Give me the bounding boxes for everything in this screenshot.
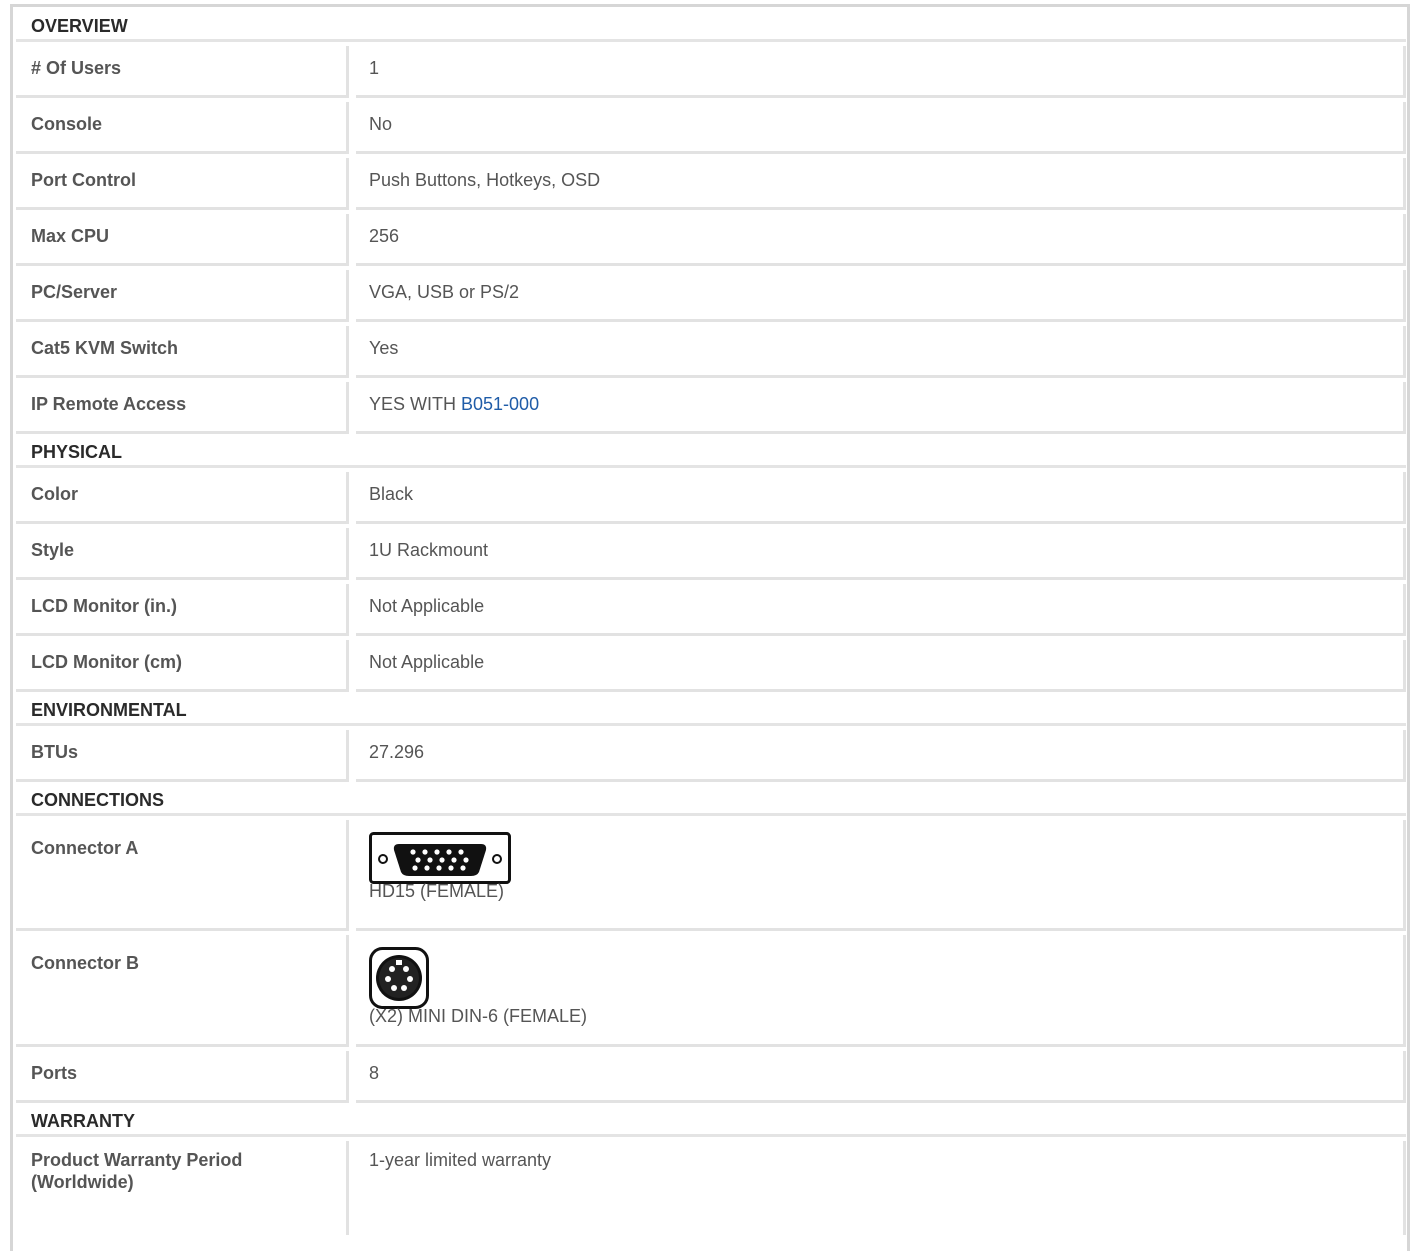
spec-label: Connector A (16, 820, 349, 931)
section-header-environmental: ENVIRONMENTAL (16, 692, 1406, 726)
hd15-connector-icon (369, 832, 511, 884)
spec-row: Console No (16, 98, 1406, 154)
spec-label: LCD Monitor (cm) (16, 640, 349, 692)
spec-label: BTUs (16, 730, 349, 782)
spec-value: 256 (356, 214, 1406, 266)
spec-value: Push Buttons, Hotkeys, OSD (356, 158, 1406, 210)
spec-label: Cat5 KVM Switch (16, 326, 349, 378)
connector-b-caption: (X2) MINI DIN-6 (FEMALE) (369, 1006, 588, 1026)
spec-value: Black (356, 472, 1406, 524)
ip-remote-prefix: YES WITH (369, 394, 462, 414)
spec-row: Style 1U Rackmount (16, 524, 1406, 580)
spec-label: PC/Server (16, 270, 349, 322)
section-header-overview: OVERVIEW (16, 8, 1406, 42)
spec-row: BTUs 27.296 (16, 726, 1406, 782)
spec-label: Max CPU (16, 214, 349, 266)
spec-value: 27.296 (356, 730, 1406, 782)
spec-label: Style (16, 528, 349, 580)
mini-din6-connector-icon (369, 947, 429, 1009)
spec-value: 1 (356, 46, 1406, 98)
spec-value: 8 (356, 1051, 1406, 1103)
spec-value: HD15 (FEMALE) (356, 820, 1406, 931)
spec-value: No (356, 102, 1406, 154)
section-header-physical: PHYSICAL (16, 434, 1406, 468)
spec-row: Color Black (16, 468, 1406, 524)
spec-label: Connector B (16, 935, 349, 1047)
spec-label: # Of Users (16, 46, 349, 98)
spec-value: VGA, USB or PS/2 (356, 270, 1406, 322)
spec-value: YES WITH B051-000 (356, 382, 1406, 434)
spec-label: Product Warranty Period (Worldwide) (16, 1141, 349, 1235)
spec-label: Console (16, 102, 349, 154)
spec-row: IP Remote Access YES WITH B051-000 (16, 378, 1406, 434)
spec-row: Product Warranty Period (Worldwide) 1-ye… (16, 1137, 1406, 1235)
section-header-warranty: WARRANTY (16, 1103, 1406, 1137)
spec-label: LCD Monitor (in.) (16, 584, 349, 636)
spec-value: 1U Rackmount (356, 528, 1406, 580)
spec-row: Port Control Push Buttons, Hotkeys, OSD (16, 154, 1406, 210)
spec-row: # Of Users 1 (16, 42, 1406, 98)
spec-value: Not Applicable (356, 584, 1406, 636)
spec-value: 1-year limited warranty (356, 1141, 1406, 1235)
spec-label: IP Remote Access (16, 382, 349, 434)
spec-row: Connector A HD15 (FEMALE) (16, 816, 1406, 931)
connector-a-caption: HD15 (FEMALE) (369, 881, 505, 901)
spec-row: Connector B (X2) MINI DIN-6 (FEMALE) (16, 931, 1406, 1047)
spec-row: PC/Server VGA, USB or PS/2 (16, 266, 1406, 322)
spec-label: Color (16, 472, 349, 524)
spec-value: Not Applicable (356, 640, 1406, 692)
spec-value: Yes (356, 326, 1406, 378)
spec-row: Ports 8 (16, 1047, 1406, 1103)
spec-row: LCD Monitor (cm) Not Applicable (16, 636, 1406, 692)
b051-000-link[interactable]: B051-000 (461, 394, 539, 414)
spec-value: (X2) MINI DIN-6 (FEMALE) (356, 935, 1406, 1047)
spec-row: Cat5 KVM Switch Yes (16, 322, 1406, 378)
spec-label: Port Control (16, 158, 349, 210)
spec-row: LCD Monitor (in.) Not Applicable (16, 580, 1406, 636)
spec-table: OVERVIEW # Of Users 1 Console No Port Co… (16, 8, 1406, 1235)
spec-row: Max CPU 256 (16, 210, 1406, 266)
spec-label: Ports (16, 1051, 349, 1103)
section-header-connections: CONNECTIONS (16, 782, 1406, 816)
